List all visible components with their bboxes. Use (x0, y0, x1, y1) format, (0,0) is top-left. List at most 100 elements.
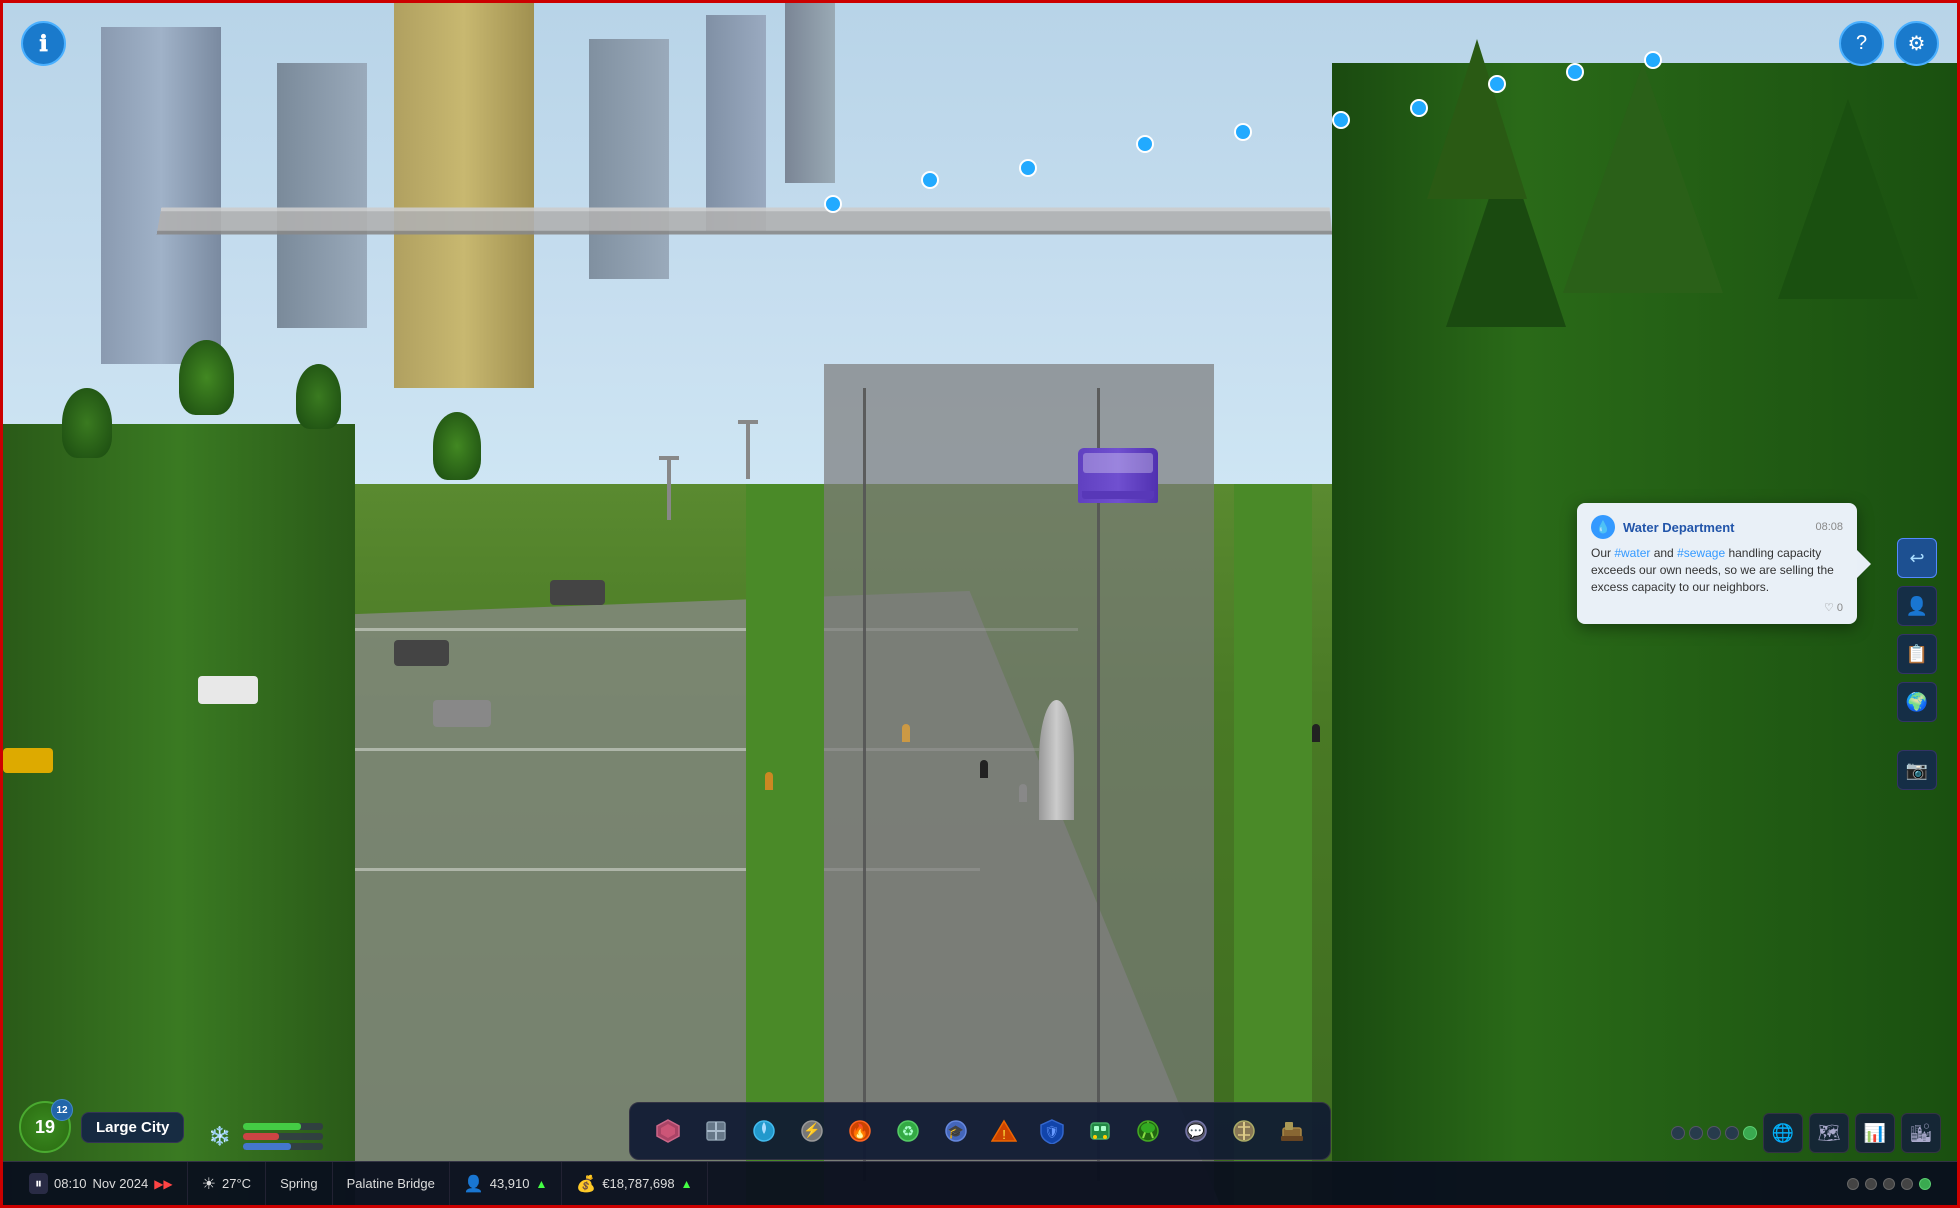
status-bar: ⏸ 08:10 Nov 2024 ▶▶ ☀ 27°C Spring Palati… (3, 1161, 1957, 1205)
conifer-1 (1778, 99, 1918, 299)
settings-icon: ⚙ (1908, 31, 1926, 56)
cylinder-object (1039, 700, 1074, 820)
recycle-icon: ♻ (895, 1118, 921, 1144)
toolbar-utilities[interactable] (1222, 1109, 1266, 1153)
game-container: ℹ ? ⚙ 💧 Water Department 08:08 Our #wate… (0, 0, 1960, 1208)
right-toolbar: 🌐 🗺 📊 🏙 (1671, 1113, 1941, 1153)
car-gray-1 (433, 700, 491, 727)
infoview-btn[interactable]: 🗺 (1809, 1113, 1849, 1153)
conifer-2 (1563, 63, 1723, 293)
car-white-1 (198, 676, 258, 704)
toolbar-hazard[interactable]: ! (982, 1109, 1026, 1153)
toolbar-communications[interactable]: 💬 (1174, 1109, 1218, 1153)
money-icon: 💰 (576, 1174, 596, 1194)
city-name: Large City (96, 1119, 169, 1136)
temperature: 27°C (222, 1176, 251, 1191)
status-dot-2 (1689, 1126, 1703, 1140)
likes-count: 0 (1837, 602, 1843, 614)
speed-arrows[interactable]: ▶▶ (154, 1177, 172, 1191)
elevated-road (157, 208, 1333, 235)
tree-1 (62, 388, 112, 458)
status-dot-5 (1743, 1126, 1757, 1140)
pedestrian-4 (1312, 724, 1320, 742)
toolbar-electricity[interactable]: ⚡ (790, 1109, 834, 1153)
sidebar-citizen[interactable]: 👤 (1897, 586, 1937, 626)
tree-area-left (3, 424, 355, 1205)
top-right-buttons: ? ⚙ (1839, 21, 1939, 66)
progress-bar-2 (243, 1133, 323, 1140)
toolbar-parks[interactable] (1126, 1109, 1170, 1153)
season-segment: Spring (266, 1162, 333, 1205)
zones-icon (655, 1118, 681, 1144)
map-info-dot-1[interactable] (824, 195, 842, 213)
building-4 (589, 39, 669, 279)
map-btn[interactable]: 🌐 (1763, 1113, 1803, 1153)
pause-button[interactable]: ⏸ (29, 1173, 48, 1194)
population-value: 43,910 (490, 1176, 530, 1191)
map-info-dot-7[interactable] (1410, 99, 1428, 117)
tree-3 (296, 364, 341, 429)
sidebar-history[interactable]: ↩ (1897, 538, 1937, 578)
toolbar-roads[interactable] (694, 1109, 738, 1153)
map-info-dot-6[interactable] (1332, 111, 1350, 129)
progress-fill-1 (243, 1123, 301, 1130)
building-6 (785, 3, 835, 183)
status-dot-4 (1725, 1126, 1739, 1140)
building-1 (101, 27, 221, 364)
info-button[interactable]: ℹ (21, 21, 66, 66)
news-header: 💧 Water Department 08:08 (1591, 515, 1843, 539)
weather-icon: ☀ (202, 1174, 216, 1194)
progress-bars (243, 1123, 323, 1150)
news-card: 💧 Water Department 08:08 Our #water and … (1577, 503, 1857, 624)
hazard-icon: ! (991, 1118, 1017, 1144)
electricity-icon: ⚡ (799, 1118, 825, 1144)
help-button[interactable]: ? (1839, 21, 1884, 66)
info-icon: ℹ (39, 31, 47, 57)
milestone-area: ❄️ (203, 1119, 323, 1153)
building-3 (394, 3, 534, 388)
sidebar-camera[interactable]: 📷 (1897, 750, 1937, 790)
utilities-icon (1231, 1118, 1257, 1144)
city-name-plate[interactable]: Large City (81, 1112, 184, 1143)
toolbar-fire[interactable]: 🔥 (838, 1109, 882, 1153)
progress-bar-1 (243, 1123, 323, 1130)
city-badge[interactable]: 19 12 (19, 1101, 71, 1153)
water-toolbar-icon (751, 1118, 777, 1144)
toolbar-recycle[interactable]: ♻ (886, 1109, 930, 1153)
pause-segment: ⏸ 08:10 Nov 2024 ▶▶ (15, 1162, 188, 1205)
toolbar-zones[interactable] (646, 1109, 690, 1153)
toolbar-transit[interactable] (1078, 1109, 1122, 1153)
car-dark-2 (550, 580, 605, 605)
svg-text:🔥: 🔥 (851, 1123, 868, 1140)
tram-track-right (1097, 388, 1100, 1181)
hashtag-sewage: #sewage (1677, 546, 1725, 560)
parks-icon (1135, 1118, 1161, 1144)
toolbar-bulldoze[interactable] (1270, 1109, 1314, 1153)
milestone-snowflake[interactable]: ❄️ (203, 1119, 237, 1153)
money-value: €18,787,698 (602, 1176, 674, 1191)
sidebar-globe[interactable]: 🌍 (1897, 682, 1937, 722)
sidebar-notepad[interactable]: 📋 (1897, 634, 1937, 674)
city-sub-milestone: 12 (51, 1099, 73, 1121)
fire-icon: 🔥 (847, 1118, 873, 1144)
population-icon: 👤 (464, 1174, 484, 1194)
toolbar-education[interactable]: 🎓 (934, 1109, 978, 1153)
money-segment: 💰 €18,787,698 ▲ (562, 1162, 707, 1205)
settings-button[interactable]: ⚙ (1894, 21, 1939, 66)
pedestrian-1 (902, 724, 910, 742)
toolbar-water[interactable] (742, 1109, 786, 1153)
svg-text:♻: ♻ (902, 1123, 915, 1139)
transit-icon (1087, 1118, 1113, 1144)
tram-track-left (863, 388, 866, 1181)
right-sidebar: ↩ 👤 📋 🌍 📷 (1897, 538, 1937, 790)
tram-vehicle (1078, 448, 1158, 503)
statistics-btn[interactable]: 📊 (1855, 1113, 1895, 1153)
svg-text:!: ! (1002, 1127, 1006, 1142)
extra-dot-2 (1865, 1178, 1877, 1190)
pedestrian-5 (765, 772, 773, 790)
cityinfo-btn[interactable]: 🏙 (1901, 1113, 1941, 1153)
toolbar-police[interactable]: 🛡 (1030, 1109, 1074, 1153)
extra-dot-1 (1847, 1178, 1859, 1190)
likes-icon: ♡ (1824, 601, 1834, 614)
population-segment: 👤 43,910 ▲ (450, 1162, 563, 1205)
